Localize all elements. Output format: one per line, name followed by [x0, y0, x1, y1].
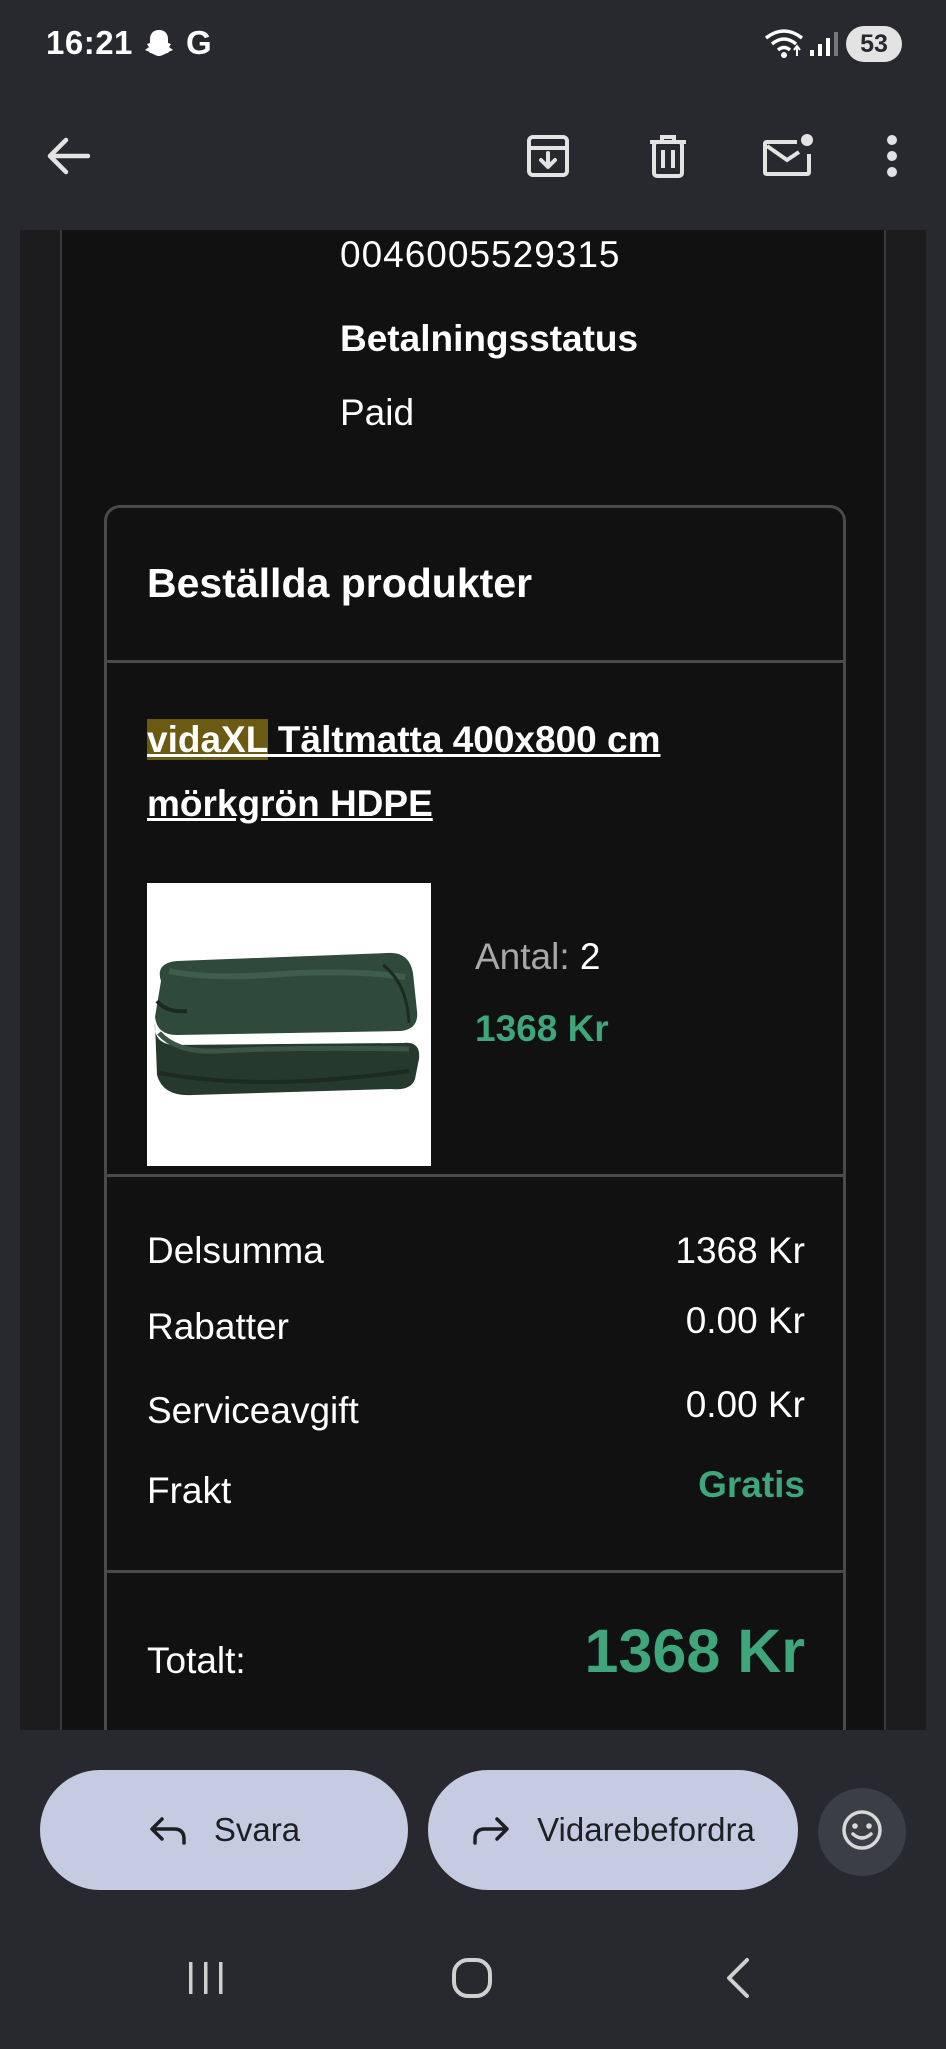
trash-icon: [646, 132, 690, 185]
home-button[interactable]: [432, 1940, 512, 2020]
status-bar: 16:21 G 53: [0, 0, 946, 90]
archive-icon: [524, 132, 572, 185]
app-bar: [0, 90, 946, 230]
divider: [107, 1174, 843, 1177]
wifi-icon: [764, 28, 804, 60]
bottom-action-bar: Svara Vidarebefordra: [0, 1730, 946, 1900]
quantity-label: Antal:: [475, 936, 570, 977]
product-image[interactable]: [147, 883, 431, 1166]
product-brand: vidaXL: [147, 719, 268, 760]
nav-back-button[interactable]: [698, 1940, 778, 2020]
summary-value: 0.00 Kr: [685, 1384, 805, 1425]
summary-label: Frakt: [147, 1470, 232, 1511]
recents-icon: [186, 1960, 226, 2001]
quantity: Antal: 2: [475, 936, 600, 978]
total-label: Totalt:: [147, 1640, 246, 1681]
payment-status-value: Paid: [340, 392, 415, 433]
reply-icon: [148, 1815, 188, 1845]
forward-icon: [471, 1815, 511, 1845]
divider: [107, 660, 843, 663]
battery-indicator: 53: [846, 26, 902, 62]
snapchat-ghost-icon: [144, 28, 174, 60]
quantity-value: 2: [579, 936, 601, 977]
tracking-number: 0046005529315: [340, 234, 621, 275]
status-carrier-letter: G: [186, 24, 212, 61]
reply-button[interactable]: Svara: [40, 1770, 408, 1890]
back-button[interactable]: [28, 118, 108, 198]
item-price: 1368 Kr: [475, 1008, 609, 1049]
product-link[interactable]: vidaXL Tältmatta 400x800 cm mörkgrön HDP…: [147, 708, 787, 836]
summary-value: Gratis: [698, 1464, 805, 1505]
more-vert-icon: [886, 134, 898, 183]
home-icon: [450, 1956, 494, 2005]
divider: [107, 1570, 843, 1573]
system-nav-bar: [0, 1900, 946, 2049]
products-title: Beställda produkter: [147, 560, 533, 606]
mail-unread-icon: [761, 132, 815, 185]
mark-unread-button[interactable]: [748, 118, 828, 198]
chevron-left-icon: [723, 1956, 753, 2005]
summary-label: Rabatter: [147, 1306, 289, 1347]
forward-button[interactable]: Vidarebefordra: [428, 1770, 798, 1890]
summary-label: Delsumma: [147, 1230, 324, 1271]
email-body: 0046005529315 Betalningsstatus Paid Best…: [60, 230, 886, 1730]
total-value: 1368 Kr: [584, 1617, 805, 1685]
delete-button[interactable]: [628, 118, 708, 198]
archive-button[interactable]: [508, 118, 588, 198]
reply-label: Svara: [213, 1811, 301, 1848]
more-options-button[interactable]: [852, 118, 932, 198]
email-content[interactable]: 0046005529315 Betalningsstatus Paid Best…: [20, 230, 926, 1730]
summary-value: 0.00 Kr: [685, 1300, 805, 1341]
summary-value: 1368 Kr: [675, 1230, 805, 1271]
emoji-reaction-button[interactable]: [818, 1788, 906, 1876]
forward-label: Vidarebefordra: [537, 1811, 755, 1848]
signal-icon: [808, 30, 838, 58]
arrow-back-icon: [46, 136, 91, 181]
status-time: 16:21: [46, 24, 133, 61]
recent-apps-button[interactable]: [166, 1940, 246, 2020]
payment-status-label: Betalningsstatus: [340, 318, 639, 359]
summary-label: Serviceavgift: [147, 1390, 359, 1431]
smiley-icon: [840, 1808, 884, 1857]
ordered-products-card: Beställda produkter vidaXL Tältmatta 400…: [104, 505, 846, 1730]
